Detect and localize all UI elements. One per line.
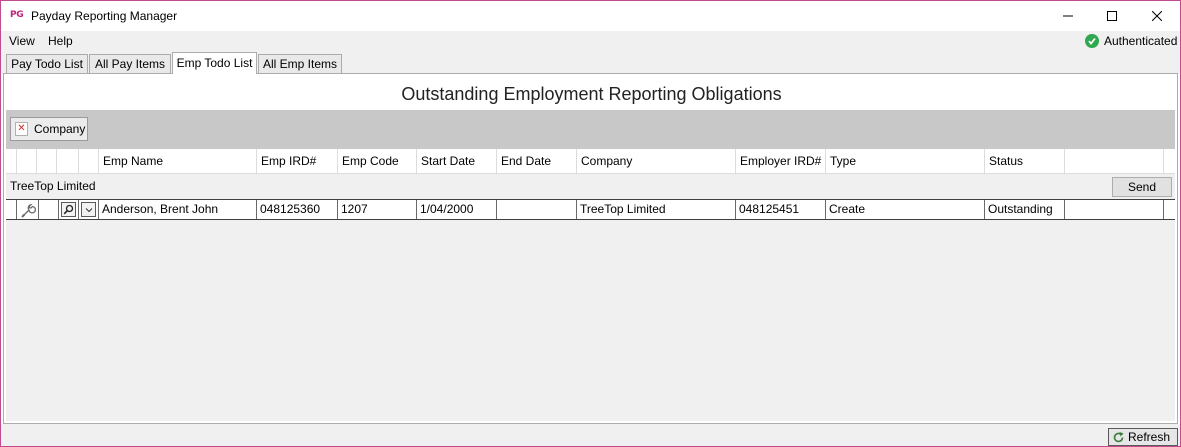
maximize-button[interactable] [1089,1,1135,31]
expand-dropdown-button[interactable] [81,202,96,217]
tab-pay-todo-list[interactable]: Pay Todo List [6,54,88,73]
cell-emp-ird: 048125360 [256,200,337,219]
cell-emp-name: Anderson, Brent John [98,200,256,219]
view-details-button[interactable] [61,202,76,217]
header-cell-blank [78,149,98,173]
cell-end-date [496,200,576,219]
group-chip-label: Company [34,122,86,136]
tab-all-pay-items[interactable]: All Pay Items [89,54,171,73]
refresh-icon [1113,431,1124,442]
column-header-emp-ird[interactable]: Emp IRD# [256,149,337,173]
view-cell [58,200,78,219]
minimize-icon [1063,15,1073,17]
group-by-panel: ✕ Company [6,110,1175,149]
table-cell-blank [1163,200,1175,219]
column-header-type[interactable]: Type [825,149,984,173]
cell-company: TreeTop Limited [576,200,735,219]
table-cell-blank [38,200,58,219]
cell-employer-ird: 048125451 [735,200,825,219]
group-title: TreeTop Limited [10,179,96,193]
data-grid: Emp Name Emp IRD# Emp Code Start Date En… [6,149,1175,421]
wrench-icon [20,203,36,218]
header-cell-blank [1163,149,1175,173]
column-header-employer-ird[interactable]: Employer IRD# [735,149,825,173]
cell-type: Create [825,200,984,219]
header-cell-blank [36,149,56,173]
table-row[interactable]: Anderson, Brent John 048125360 1207 1/04… [6,199,1175,220]
cell-start-date: 1/04/2000 [416,200,496,219]
app-logo: PG [10,10,24,20]
chevron-down-icon [85,207,92,212]
maximize-icon [1107,11,1117,21]
tab-label: Pay Todo List [11,57,83,71]
page-title: Outstanding Employment Reporting Obligat… [401,84,782,104]
edit-cell[interactable] [16,200,38,219]
refresh-label: Refresh [1128,430,1171,444]
window-title: Payday Reporting Manager [31,9,178,23]
column-header-emp-name[interactable]: Emp Name [98,149,256,173]
refresh-button[interactable]: Refresh [1108,428,1178,446]
header-cell-blank [56,149,78,173]
tab-emp-todo-list[interactable]: Emp Todo List [172,52,257,74]
cell-status: Outstanding [984,200,1064,219]
tab-all-emp-items[interactable]: All Emp Items [258,54,342,73]
app-window: PG Payday Reporting Manager View Help Au… [0,0,1181,447]
minimize-button[interactable] [1045,1,1091,31]
tab-label: Emp Todo List [176,56,253,70]
column-header-start-date[interactable]: Start Date [416,149,496,173]
column-header-status[interactable]: Status [984,149,1064,173]
close-icon [1152,11,1162,21]
title-bar: PG Payday Reporting Manager [1,1,1180,31]
magnifier-icon [63,204,74,215]
tab-label: All Emp Items [262,57,337,71]
menu-bar: View Help Authenticated [1,31,1180,52]
close-icon[interactable]: ✕ [15,122,28,136]
column-header-emp-code[interactable]: Emp Code [337,149,416,173]
header-cell-blank [1064,149,1163,173]
header-cell-blank [16,149,36,173]
menu-view[interactable]: View [9,34,35,48]
send-button[interactable]: Send [1112,177,1172,197]
group-chip-company[interactable]: ✕ Company [10,117,88,141]
check-circle-icon [1085,34,1099,48]
column-header-company[interactable]: Company [576,149,735,173]
menu-help[interactable]: Help [48,34,73,48]
group-row: TreeTop Limited Send [6,174,1175,199]
tab-strip: Pay Todo List All Pay Items Emp Todo Lis… [1,52,1180,74]
tab-content: Outstanding Employment Reporting Obligat… [3,73,1178,424]
expand-cell [78,200,98,219]
column-header-end-date[interactable]: End Date [496,149,576,173]
close-button[interactable] [1134,1,1180,31]
grid-header-row: Emp Name Emp IRD# Emp Code Start Date En… [6,149,1175,174]
tab-label: All Pay Items [94,57,166,71]
table-cell-blank [1064,200,1163,219]
status-bar: Refresh [1,424,1180,446]
auth-status-label: Authenticated [1104,34,1178,48]
cell-emp-code: 1207 [337,200,416,219]
auth-status: Authenticated [1085,34,1177,48]
